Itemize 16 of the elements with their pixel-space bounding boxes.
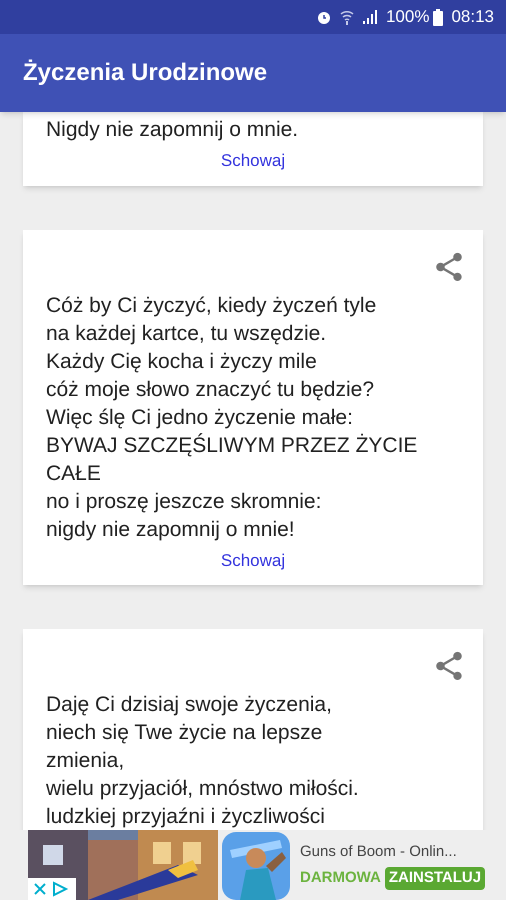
hide-link[interactable]: Schowaj <box>220 148 286 174</box>
wish-text: Nigdy nie zapomnij o mnie. <box>46 117 300 143</box>
clock: 08:13 <box>451 6 494 28</box>
wish-text: Daję Ci dzisiaj swoje życzenia, niech się Twe życie na lepsze zmienia, wielu przyjaciół, mnóstwo miłości. ludzkiej przyjaźni i życzliwości <box>46 692 360 830</box>
alarm-icon <box>316 9 332 25</box>
app-icon <box>220 830 292 900</box>
wish-text: Cóż by Ci życzyć, kiedy życzeń tyle na każdej kartce, tu wszędzie. Każdy Cię kocha i życzy mile cóż moje słowo znaczyć tu będzie? Więc ślę Ci jedno życzenie małe: BYWAJ SZCZĘŚLIWYM PRZEZ ŻYCIE CAŁE no i proszę jeszcze skromnie: nigdy nie zapomnij o mnie! <box>46 292 418 542</box>
wifi-icon <box>340 9 354 25</box>
battery-icon <box>433 8 444 26</box>
adchoices-icon[interactable] <box>28 878 76 900</box>
app-title: Życzenia Urodzinowe <box>23 58 268 88</box>
hide-link[interactable]: Schowaj <box>220 548 286 573</box>
battery-percent: 100% <box>386 6 430 28</box>
signal-icon <box>362 9 378 25</box>
ad-title: Guns of Boom - Onlin... <box>300 842 458 862</box>
price-label: DARMOWA <box>300 868 381 888</box>
